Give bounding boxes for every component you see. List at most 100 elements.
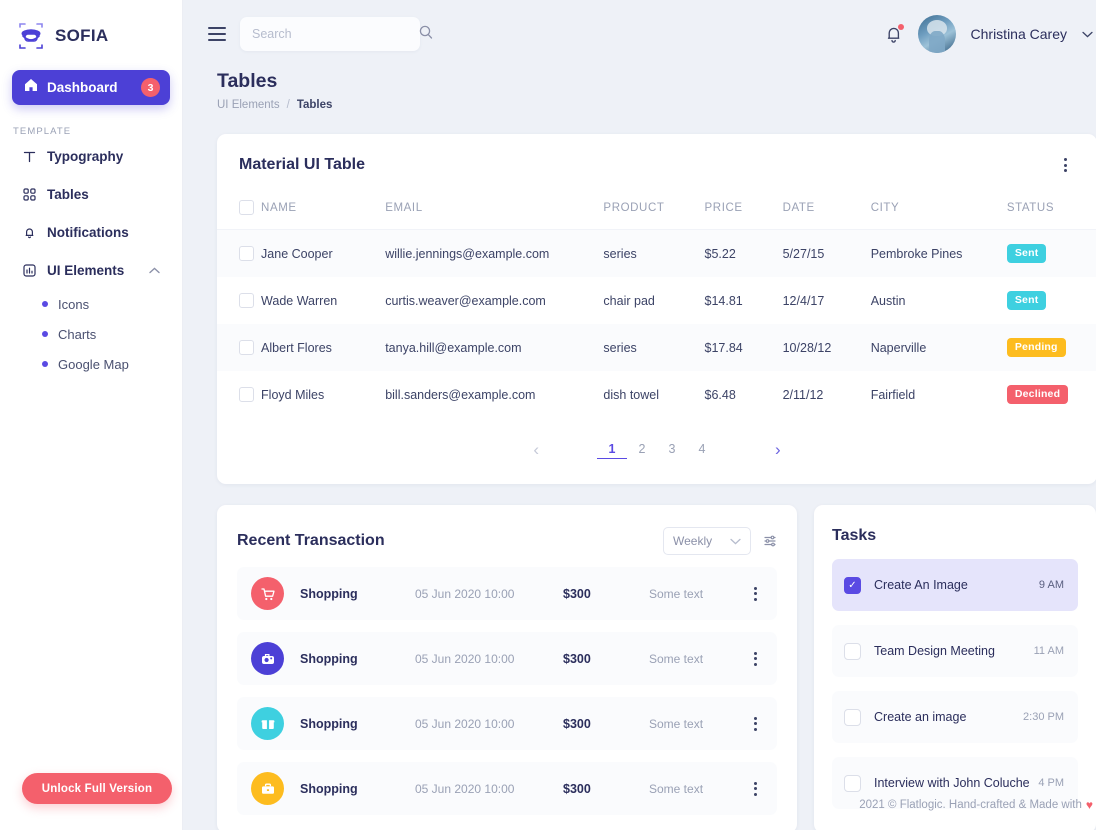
- search-icon[interactable]: [419, 25, 433, 44]
- column-header-status[interactable]: STATUS: [1006, 192, 1096, 230]
- task-label: Create an image: [874, 710, 967, 724]
- breadcrumb-separator: /: [286, 99, 290, 111]
- sidebar-item-notifications[interactable]: Notifications: [0, 213, 182, 251]
- transaction-more-options-icon[interactable]: [750, 583, 761, 605]
- column-header-name[interactable]: NAME: [261, 192, 386, 230]
- cell-product: series: [603, 340, 637, 355]
- transaction-date: 05 Jun 2020 10:00: [415, 716, 515, 731]
- pagination-page-2[interactable]: 2: [627, 442, 657, 459]
- topbar-right: Christina Carey: [884, 15, 1096, 53]
- table-row[interactable]: Floyd Miles bill.sanders@example.com dis…: [217, 371, 1096, 418]
- cell-status: Declined: [1006, 371, 1096, 418]
- transaction-more-options-icon[interactable]: [750, 648, 761, 670]
- task-checkbox[interactable]: [844, 642, 861, 660]
- sidebar-item-notifications-label: Notifications: [47, 224, 129, 240]
- transaction-label: Shopping: [300, 651, 358, 666]
- status-badge: Declined: [1006, 385, 1069, 404]
- cell-email: curtis.weaver@example.com: [385, 293, 546, 308]
- task-row[interactable]: Create an image 2:30 PM: [832, 691, 1078, 743]
- sort-filter-icon[interactable]: [763, 534, 777, 548]
- cell-status: Pending: [1006, 324, 1096, 371]
- transaction-more-options-icon[interactable]: [750, 778, 761, 800]
- transaction-note: Some text: [649, 716, 704, 731]
- task-row[interactable]: Team Design Meeting 11 AM: [832, 625, 1078, 677]
- table-body: Jane Cooper willie.jennings@example.com …: [217, 229, 1096, 419]
- table-row[interactable]: Jane Cooper willie.jennings@example.com …: [217, 229, 1096, 277]
- home-icon: [24, 78, 38, 97]
- sidebar-item-dashboard[interactable]: Dashboard 3: [12, 70, 170, 105]
- transaction-amount: $300: [563, 781, 591, 796]
- transaction-row[interactable]: Shopping 05 Jun 2020 10:00 $300 Some tex…: [237, 697, 777, 750]
- menu-toggle-icon[interactable]: [208, 27, 226, 41]
- gift-icon: [251, 707, 284, 740]
- sidebar-item-tables-label: Tables: [47, 186, 89, 202]
- search-input[interactable]: [252, 27, 413, 41]
- table-more-options-icon[interactable]: [1060, 154, 1071, 176]
- transaction-amount: $300: [563, 651, 591, 666]
- sidebar-item-charts[interactable]: Charts: [42, 319, 182, 349]
- cell-price: $5.22: [704, 246, 736, 261]
- transaction-date: 05 Jun 2020 10:00: [415, 781, 515, 796]
- row-select-cell: [217, 324, 261, 371]
- task-checkbox[interactable]: [844, 774, 861, 792]
- cell-city: Pembroke Pines: [870, 246, 963, 261]
- task-label: Create An Image: [874, 578, 968, 592]
- row-checkbox[interactable]: [239, 340, 254, 356]
- row-checkbox[interactable]: [239, 387, 254, 403]
- pagination-prev-button[interactable]: ‹: [523, 440, 549, 460]
- bullet-icon: [42, 331, 48, 337]
- pagination-page-1[interactable]: 1: [597, 442, 627, 459]
- sidebar-item-tables[interactable]: Tables: [0, 175, 182, 213]
- select-all-checkbox[interactable]: [239, 200, 254, 215]
- bell-icon: [22, 225, 37, 240]
- row-checkbox[interactable]: [239, 246, 254, 262]
- transaction-row[interactable]: Shopping 05 Jun 2020 10:00 $300 Some tex…: [237, 632, 777, 685]
- notification-bell-icon[interactable]: [884, 23, 904, 45]
- tasks-card: Tasks ✓ Create An Image 9 AM Team Design…: [814, 505, 1096, 830]
- column-header-price[interactable]: PRICE: [704, 192, 783, 230]
- cell-price: $14.81: [704, 293, 743, 308]
- breadcrumb-current: Tables: [296, 99, 333, 111]
- sidebar-section-label: TEMPLATE: [13, 126, 72, 137]
- column-header-date[interactable]: DATE: [782, 192, 871, 230]
- bullet-icon: [42, 361, 48, 367]
- task-time: 9 AM: [1038, 579, 1064, 591]
- pagination-page-4[interactable]: 4: [687, 442, 717, 459]
- sidebar-item-ui-elements[interactable]: UI Elements: [0, 251, 182, 289]
- breadcrumb-parent[interactable]: UI Elements: [217, 99, 280, 111]
- task-checkbox[interactable]: ✓: [844, 576, 861, 594]
- sidebar-item-icons[interactable]: Icons: [42, 289, 182, 319]
- transaction-row[interactable]: Shopping 05 Jun 2020 10:00 $300 Some tex…: [237, 567, 777, 620]
- transaction-date: 05 Jun 2020 10:00: [415, 586, 515, 601]
- avatar[interactable]: [917, 15, 956, 53]
- column-header-email[interactable]: EMAIL: [385, 192, 604, 230]
- cell-price: $6.48: [704, 387, 736, 402]
- period-select-value: Weekly: [673, 534, 713, 548]
- unlock-full-version-button[interactable]: Unlock Full Version: [22, 773, 172, 804]
- brand-logo[interactable]: SOFIA: [0, 0, 182, 56]
- table-row[interactable]: Wade Warren curtis.weaver@example.com ch…: [217, 277, 1096, 324]
- chevron-down-icon: [730, 534, 741, 548]
- period-select[interactable]: Weekly: [663, 527, 751, 555]
- column-header-product[interactable]: PRODUCT: [603, 192, 705, 230]
- pagination-next-button[interactable]: ›: [765, 440, 791, 460]
- search-box[interactable]: [240, 17, 433, 51]
- material-ui-table-card: Material UI Table NAME EMAIL PRODUCT PRI…: [217, 134, 1096, 484]
- camera-icon: [251, 642, 284, 675]
- task-checkbox[interactable]: [844, 708, 861, 726]
- task-row[interactable]: ✓ Create An Image 9 AM: [832, 559, 1078, 611]
- transaction-row[interactable]: Shopping 05 Jun 2020 10:00 $300 Some tex…: [237, 762, 777, 815]
- column-header-city[interactable]: CITY: [870, 192, 1007, 230]
- chevron-down-icon[interactable]: [1082, 25, 1093, 43]
- row-checkbox[interactable]: [239, 293, 254, 309]
- pagination-page-3[interactable]: 3: [657, 442, 687, 459]
- recent-transaction-title: Recent Transaction: [237, 532, 385, 549]
- tasks-title: Tasks: [832, 527, 877, 544]
- task-time: 4 PM: [1038, 777, 1064, 789]
- dashboard-badge: 3: [141, 78, 160, 97]
- table-row[interactable]: Albert Flores tanya.hill@example.com ser…: [217, 324, 1096, 371]
- transaction-more-options-icon[interactable]: [750, 713, 761, 735]
- sidebar-item-google-map[interactable]: Google Map: [42, 349, 182, 379]
- main-content: Christina Carey Tables UI Elements / Tab…: [183, 0, 1096, 830]
- sidebar-item-typography[interactable]: Typography: [0, 137, 182, 175]
